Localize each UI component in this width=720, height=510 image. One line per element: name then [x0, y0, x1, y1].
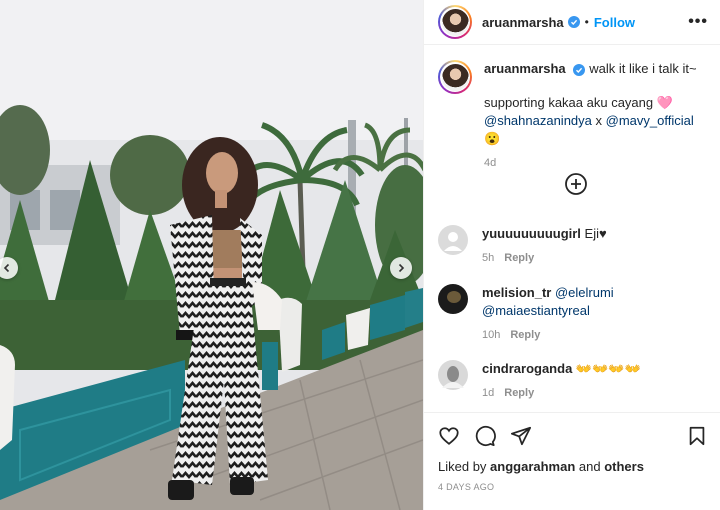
caption-username[interactable]: aruanmarsha — [484, 61, 566, 76]
comment-text: 👐👐👐👐 — [572, 361, 641, 376]
caption-age: 4d — [484, 157, 497, 169]
verified-icon — [567, 16, 580, 28]
liked-by-user[interactable]: anggarahman — [490, 459, 575, 474]
reply-button[interactable]: Reply — [504, 252, 534, 264]
caption-emoji: 😮 — [484, 131, 501, 146]
chevron-right-icon — [398, 263, 405, 273]
comment-username[interactable]: cindraroganda — [482, 361, 572, 376]
separator-dot: • — [584, 15, 589, 29]
chevron-left-icon — [3, 263, 10, 273]
comment-age: 5h — [482, 252, 495, 264]
author-username[interactable]: aruanmarsha — [482, 15, 564, 30]
caption: aruanmarsha walk it like i talk it~ supp… — [438, 60, 710, 172]
reply-button[interactable]: Reply — [504, 387, 534, 399]
caption-avatar[interactable] — [438, 60, 472, 94]
reply-button[interactable]: Reply — [510, 329, 540, 341]
comment-avatar[interactable] — [438, 360, 468, 390]
comment-item: cindraroganda 👐👐👐👐 1d Reply — [438, 360, 710, 402]
comment-avatar[interactable] — [438, 284, 468, 314]
comment-avatar[interactable] — [438, 225, 468, 255]
caption-mention-2[interactable]: @mavy_official — [606, 113, 694, 128]
comment-mention-1[interactable]: @elelrumi — [555, 285, 614, 300]
comment-text: Eji♥ — [580, 226, 607, 241]
post-image — [0, 0, 423, 510]
comment-age: 1d — [482, 387, 495, 399]
follow-button[interactable]: Follow — [594, 15, 635, 30]
comment-username[interactable]: yuuuuuuuuugirl — [482, 226, 581, 241]
liked-by-others[interactable]: others — [604, 459, 644, 474]
caption-joiner: x — [591, 113, 606, 128]
post-date[interactable]: 4 DAYS AGO — [424, 474, 720, 492]
caption-line-1: walk it like i talk it~ — [589, 61, 697, 76]
caption-mention-1[interactable]: @shahnazanindya — [484, 113, 592, 128]
verified-icon — [573, 64, 586, 76]
comment-item: melision_tr @elelrumi @maiaestiantyreal … — [438, 284, 710, 344]
bookmark-icon[interactable] — [686, 425, 708, 447]
comment-username[interactable]: melision_tr — [482, 285, 551, 300]
liked-by-prefix: Liked by — [438, 459, 491, 474]
next-photo-button[interactable] — [390, 257, 412, 279]
post-header: aruanmarsha • Follow ••• — [424, 0, 720, 45]
plus-circle-icon[interactable] — [564, 172, 588, 196]
author-avatar[interactable] — [438, 5, 472, 39]
comment-item: yuuuuuuuuugirl Eji♥ 5h Reply — [438, 225, 710, 267]
comment-mention-2[interactable]: @maiaestiantyreal — [482, 303, 590, 318]
comment-icon[interactable] — [474, 425, 496, 447]
liked-by-and: and — [575, 459, 605, 474]
post-side-panel: aruanmarsha • Follow ••• aruanmarsha wal… — [423, 0, 720, 510]
post-photo[interactable] — [0, 0, 423, 510]
likes-summary: Liked by anggarahman and others — [424, 447, 720, 474]
post-actions-bar: Liked by anggarahman and others 4 DAYS A… — [424, 412, 720, 510]
caption-line-2: supporting kakaa aku cayang 🩷 — [484, 95, 673, 110]
comment-age: 10h — [482, 329, 501, 341]
share-icon[interactable] — [510, 425, 532, 447]
heart-icon[interactable] — [438, 425, 460, 447]
more-options-button[interactable]: ••• — [688, 13, 708, 31]
